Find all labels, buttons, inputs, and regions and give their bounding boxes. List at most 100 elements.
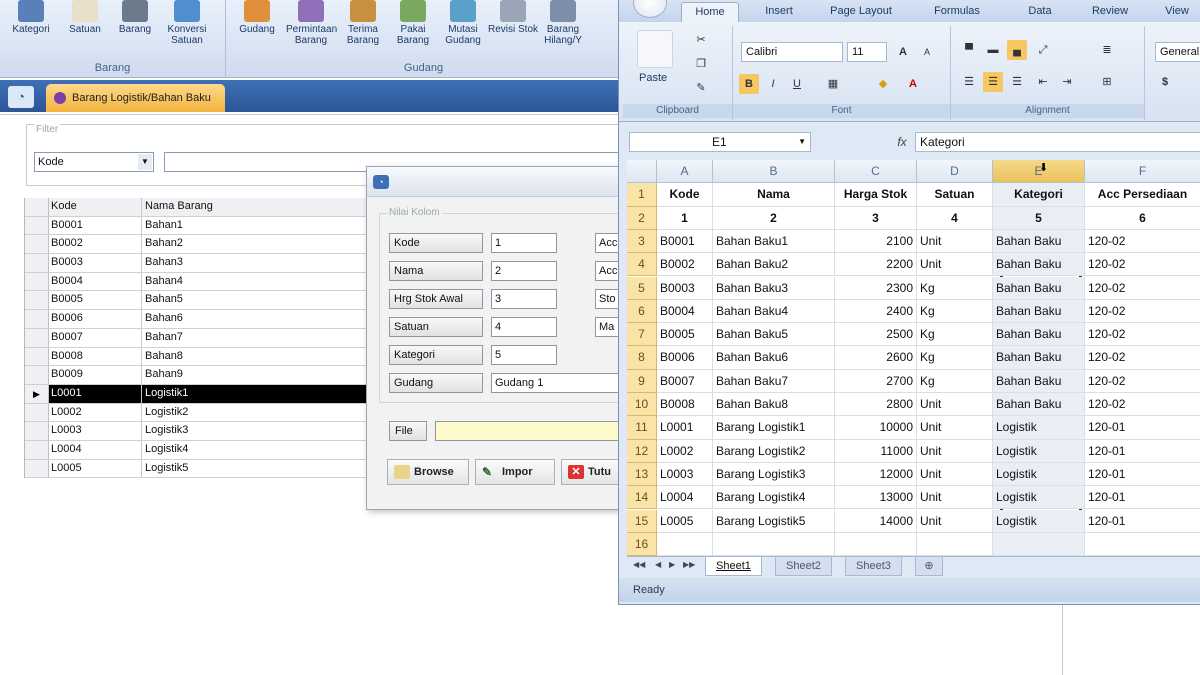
cell[interactable]: Harga Stok xyxy=(835,183,917,207)
table-row[interactable]: B0002 Bahan2 xyxy=(25,235,366,255)
next-sheet-icon[interactable]: ▶ xyxy=(669,560,675,569)
tab-page-layout[interactable]: Page Layout xyxy=(819,2,903,22)
cell[interactable] xyxy=(917,532,993,556)
chevron-down-icon[interactable]: ▼ xyxy=(798,133,806,151)
mapping-value-input[interactable]: Gudang 1 xyxy=(491,373,621,393)
ribbon-button-0-1[interactable]: Satuan xyxy=(60,0,110,35)
cell[interactable]: L0005 xyxy=(657,509,713,533)
cell[interactable] xyxy=(993,532,1085,556)
row-indicator[interactable] xyxy=(25,328,49,347)
cell[interactable]: B0005 xyxy=(657,323,713,347)
close-button[interactable]: ✕ Tutu xyxy=(561,459,621,485)
cell[interactable]: 5 xyxy=(993,206,1085,230)
align-top-icon[interactable]: ▀ xyxy=(959,40,979,60)
cell[interactable]: 120-02 xyxy=(1085,253,1200,277)
table-row[interactable]: B0007 Bahan7 xyxy=(25,328,366,348)
cell[interactable]: B0007 xyxy=(657,369,713,393)
cell[interactable]: Logistik xyxy=(993,416,1085,440)
ribbon-button-1-0[interactable]: Gudang xyxy=(232,0,282,35)
merge-center-icon[interactable]: ⊞ xyxy=(1097,72,1117,92)
row-header[interactable]: 11 xyxy=(627,416,657,440)
cell[interactable]: Logistik xyxy=(993,509,1085,533)
paste-button[interactable]: Paste xyxy=(639,72,667,84)
cell[interactable]: Bahan Baku1 xyxy=(713,229,835,254)
cell[interactable]: Bahan Baku xyxy=(993,276,1085,300)
cell[interactable]: Bahan Baku8 xyxy=(713,393,835,417)
table-row[interactable]: L0005 Logistik5 xyxy=(25,459,366,479)
prev-sheet-icon[interactable]: ◀ xyxy=(655,560,661,569)
column-header-d[interactable]: D xyxy=(917,160,993,184)
font-color-icon[interactable]: A xyxy=(903,74,923,94)
sheet-tab-3[interactable]: Sheet3 xyxy=(845,557,902,576)
cell[interactable]: 2 xyxy=(713,206,835,230)
format-painter-icon[interactable]: ✎ xyxy=(691,78,711,98)
table-row[interactable]: ▶ L0001 Logistik1 xyxy=(25,384,366,404)
row-header[interactable]: 2 xyxy=(627,206,657,230)
font-size-select[interactable]: 11 xyxy=(847,42,887,62)
cell[interactable]: 120-02 xyxy=(1085,230,1200,254)
cell[interactable]: Bahan Baku xyxy=(993,229,1085,254)
table-row[interactable]: L0003 Logistik3 xyxy=(25,422,366,441)
cell[interactable]: L0003 xyxy=(657,462,713,487)
fill-color-icon[interactable]: ◆ xyxy=(873,74,893,94)
tab-insert[interactable]: Insert xyxy=(753,2,805,22)
select-all-corner[interactable] xyxy=(627,160,657,184)
row-indicator[interactable] xyxy=(25,198,49,216)
ribbon-button-1-1[interactable]: Permintaan Barang xyxy=(286,0,337,46)
cell[interactable]: Logistik xyxy=(993,486,1085,510)
mapping-value-input[interactable]: 3 xyxy=(491,289,557,309)
ribbon-button-0-0[interactable]: Kategori xyxy=(6,0,56,35)
cell[interactable]: 3 xyxy=(835,206,917,230)
shrink-font-icon[interactable]: A xyxy=(917,42,937,62)
cell[interactable] xyxy=(1085,533,1200,556)
browse-button[interactable]: Browse xyxy=(387,459,469,485)
ribbon-button-0-3[interactable]: Konversi Satuan xyxy=(162,0,212,46)
cell[interactable]: B0004 xyxy=(657,299,713,324)
sheet-tab-2[interactable]: Sheet2 xyxy=(775,557,832,576)
ribbon-button-1-4[interactable]: Mutasi Gudang xyxy=(438,0,488,46)
office-button[interactable] xyxy=(633,0,667,18)
row-header[interactable]: 3 xyxy=(627,229,657,254)
column-header-a[interactable]: A xyxy=(657,160,713,184)
cell[interactable]: 120-02 xyxy=(1085,277,1200,300)
cell[interactable]: 120-01 xyxy=(1085,486,1200,510)
cell[interactable]: 2600 xyxy=(835,346,917,370)
formula-input[interactable]: Kategori xyxy=(915,132,1200,152)
wrap-text-icon[interactable]: ≣ xyxy=(1097,40,1117,60)
cell[interactable]: 11000 xyxy=(835,439,917,463)
cell[interactable]: Unit xyxy=(917,253,993,277)
ribbon-button-1-6[interactable]: Barang Hilang/Y xyxy=(538,0,588,46)
row-indicator[interactable] xyxy=(25,459,49,478)
cell[interactable]: B0008 xyxy=(657,393,713,417)
cell[interactable]: 1 xyxy=(657,206,713,230)
ribbon-button-1-2[interactable]: Terima Barang xyxy=(338,0,388,46)
cell[interactable]: Unit xyxy=(917,439,993,463)
tab-review[interactable]: Review xyxy=(1083,2,1137,22)
cell[interactable]: Barang Logistik2 xyxy=(713,439,835,463)
row-header[interactable]: 14 xyxy=(627,486,657,510)
cell[interactable]: Barang Logistik3 xyxy=(713,462,835,487)
cell[interactable]: Kg xyxy=(917,369,993,393)
import-button[interactable]: ✎ Impor xyxy=(475,459,555,485)
cell[interactable]: B0006 xyxy=(657,346,713,370)
table-row[interactable]: B0008 Bahan8 xyxy=(25,347,366,367)
cell[interactable]: Bahan Baku xyxy=(993,393,1085,417)
cell[interactable]: 120-02 xyxy=(1085,346,1200,370)
column-header-c[interactable]: C xyxy=(835,160,917,184)
last-sheet-icon[interactable]: ▶▶ xyxy=(683,560,695,569)
cell[interactable]: 120-02 xyxy=(1085,323,1200,347)
cell[interactable]: 6 xyxy=(1085,207,1200,230)
row-header[interactable]: 9 xyxy=(627,369,657,393)
cell[interactable] xyxy=(657,532,713,556)
cell[interactable]: Bahan Baku7 xyxy=(713,369,835,393)
row-header[interactable]: 5 xyxy=(627,276,657,300)
cell[interactable]: Bahan Baku6 xyxy=(713,346,835,370)
currency-icon[interactable]: $ xyxy=(1155,72,1175,92)
file-path-input[interactable] xyxy=(435,421,625,441)
tab-view[interactable]: View xyxy=(1155,2,1199,22)
ribbon-button-1-5[interactable]: Revisi Stok xyxy=(488,0,538,35)
grow-font-icon[interactable]: A xyxy=(893,42,913,62)
ribbon-button-1-3[interactable]: Pakai Barang xyxy=(388,0,438,46)
row-indicator[interactable] xyxy=(25,291,49,310)
cell[interactable]: 12000 xyxy=(835,462,917,487)
